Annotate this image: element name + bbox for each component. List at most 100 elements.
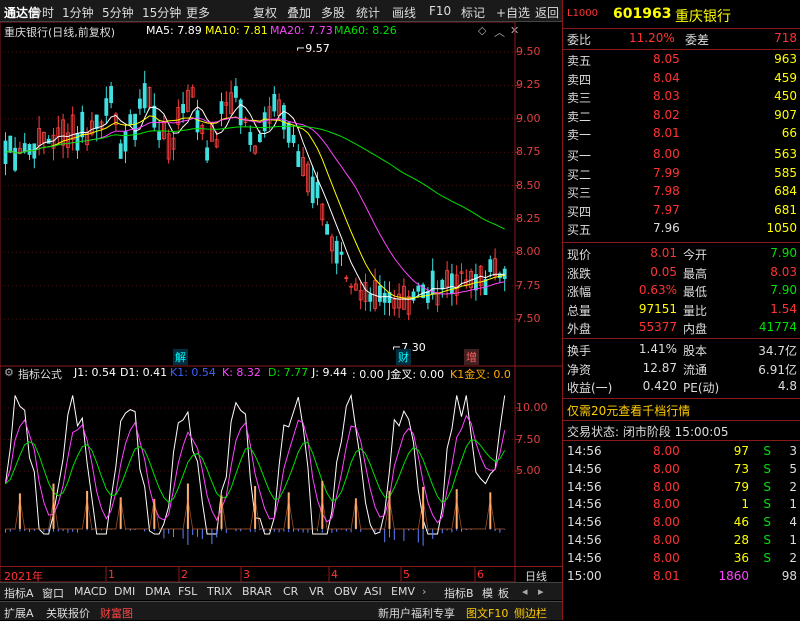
toolbar-f10[interactable]: F10: [429, 4, 451, 18]
tick-row[interactable]: 14:56 8.00 73 S 5: [563, 461, 800, 479]
sell-row[interactable]: 卖四 8.04 459: [563, 70, 800, 88]
tick-count: 3: [789, 444, 797, 458]
tick-row[interactable]: 14:56 8.00 28 S 1: [563, 532, 800, 550]
weibi-value: 11.20%: [629, 31, 675, 45]
sell-row[interactable]: 卖五 8.05 963: [563, 51, 800, 69]
d1-value: D1: 0.41: [120, 366, 168, 379]
level-label: 买三: [567, 186, 592, 200]
tick-count: 4: [789, 515, 797, 530]
tab-mo[interactable]: 模: [482, 585, 493, 601]
stat2-row[interactable]: 换手 1.41% 股本 34.7亿: [563, 341, 800, 359]
price-tick: 8.50: [516, 178, 541, 192]
status-f10[interactable]: 图文F10: [466, 605, 508, 621]
tick-row[interactable]: 15:00 8.01 1860 98: [563, 568, 800, 586]
toolbar-duogu[interactable]: 多股: [321, 4, 345, 21]
tab-window[interactable]: 窗口: [42, 585, 64, 601]
weicha-value: 718: [774, 31, 797, 45]
tab-fsl[interactable]: FSL: [178, 585, 197, 598]
toolbar-item-5min[interactable]: 5分钟: [102, 4, 134, 21]
tick-count: 1: [789, 533, 797, 547]
tick-row[interactable]: 14:56 8.00 79 S 2: [563, 479, 800, 497]
level-label: 卖五: [567, 54, 592, 68]
toolbar-back[interactable]: 返回: [535, 4, 559, 21]
sell-row[interactable]: 卖三 8.03 450: [563, 88, 800, 106]
tick-side: S: [763, 497, 771, 512]
tab-macd[interactable]: MACD: [74, 585, 107, 598]
tab-vr[interactable]: VR: [309, 585, 324, 598]
k-value: K: 8.32: [222, 366, 261, 379]
tick-row[interactable]: 14:56 8.00 36 S 2: [563, 550, 800, 568]
stat-label: 今开: [683, 248, 708, 262]
price-tick: 8.25: [516, 212, 541, 225]
tab-ban[interactable]: 板: [498, 585, 509, 601]
stat-row[interactable]: 涨跌 0.05 最高 8.03: [563, 264, 800, 282]
j1-value: J1: 0.54: [74, 366, 116, 379]
level-volume: 563: [774, 147, 797, 161]
status-extend[interactable]: 扩展A: [4, 605, 34, 621]
toolbar-huaxian[interactable]: 画线: [392, 4, 416, 21]
buy-row[interactable]: 买四 7.97 681: [563, 202, 800, 220]
tab-emv[interactable]: EMV: [391, 585, 415, 598]
tick-row[interactable]: 14:56 8.00 46 S 4: [563, 514, 800, 532]
tick-row[interactable]: 14:56 8.00 97 S 3: [563, 443, 800, 461]
status-new-user[interactable]: 新用户福利专享: [378, 605, 455, 621]
tab-dmi[interactable]: DMI: [114, 585, 135, 598]
toolbar-zixuan[interactable]: +自选: [496, 4, 530, 21]
event-marker-cai[interactable]: 财: [396, 349, 411, 365]
toolbar-item-15min[interactable]: 15分钟: [142, 4, 181, 21]
buy-row[interactable]: 买五 7.96 1050: [563, 220, 800, 238]
tab-scroll-right-icon[interactable]: ›: [422, 585, 426, 598]
stat-row[interactable]: 外盘 55377 内盘 41774: [563, 319, 800, 337]
stat-row[interactable]: 现价 8.01 今开 7.90: [563, 245, 800, 263]
tab-indicator-b[interactable]: 指标B: [444, 585, 474, 601]
stat-label: 换手: [567, 344, 592, 358]
event-marker-jie[interactable]: 解: [173, 349, 188, 365]
toolbar-tongji[interactable]: 统计: [356, 4, 380, 21]
status-related-quote[interactable]: 关联报价: [46, 605, 90, 621]
toolbar-item-more[interactable]: 更多: [186, 4, 210, 21]
indicator-name[interactable]: 指标公式: [18, 366, 62, 382]
tab-dma[interactable]: DMA: [145, 585, 171, 598]
tab-obv[interactable]: OBV: [334, 585, 357, 598]
tab-asi[interactable]: ASI: [364, 585, 382, 598]
stat-row[interactable]: 总量 97151 量比 1.54: [563, 301, 800, 319]
tick-price: 8.00: [653, 515, 680, 530]
stat2-row[interactable]: 收益(一) 0.420 PE(动) 4.8: [563, 378, 800, 396]
indicator-settings-icon[interactable]: ⚙: [4, 366, 14, 379]
tab-prev-icon[interactable]: ◂: [522, 585, 528, 598]
tab-indicator-a[interactable]: 指标A: [4, 585, 34, 601]
toolbar-diejia[interactable]: 叠加: [287, 4, 311, 21]
buy-row[interactable]: 买二 7.99 585: [563, 165, 800, 183]
sell-row[interactable]: 卖二 8.02 907: [563, 107, 800, 125]
stat-row[interactable]: 涨幅 0.63% 最低 7.90: [563, 282, 800, 300]
tab-brar[interactable]: BRAR: [242, 585, 272, 598]
status-sidebar[interactable]: 侧边栏: [514, 605, 547, 621]
promo-row[interactable]: 仅需20元查看千档行情: [563, 401, 800, 419]
promo-text[interactable]: 仅需20元查看千档行情: [567, 402, 690, 419]
sell-row[interactable]: 卖一 8.01 66: [563, 125, 800, 143]
event-marker-zeng[interactable]: 增: [464, 349, 479, 365]
buy-row[interactable]: 买三 7.98 684: [563, 183, 800, 201]
stat2-row[interactable]: 净资 12.87 流通 6.91亿: [563, 360, 800, 378]
kline-chart[interactable]: [0, 22, 562, 582]
level-badge: L1000: [567, 8, 599, 19]
tab-next-icon[interactable]: ▸: [538, 585, 544, 598]
price-tick: 9.50: [516, 45, 541, 58]
stat-label: 量比: [683, 303, 708, 318]
level-volume: 681: [774, 202, 797, 217]
toolbar-biaoji[interactable]: 标记: [461, 4, 485, 21]
stat-label: 总量: [567, 303, 592, 318]
stat-value: 8.03: [770, 264, 797, 279]
tick-volume: 28: [733, 533, 749, 547]
level-price: 7.97: [653, 202, 680, 217]
toolbar-fuquan[interactable]: 复权: [253, 4, 277, 21]
buy-row[interactable]: 买一 8.00 563: [563, 146, 800, 164]
level-price: 8.04: [653, 70, 680, 85]
toolbar-item-1min[interactable]: 1分钟: [62, 4, 94, 21]
tab-cr[interactable]: CR: [283, 585, 298, 598]
tick-row[interactable]: 14:56 8.00 1 S 1: [563, 496, 800, 514]
status-wealth-chart[interactable]: 财富图: [100, 605, 133, 621]
tab-trix[interactable]: TRIX: [207, 585, 232, 598]
stock-code: 601963: [613, 6, 672, 22]
toolbar-item-fenshi[interactable]: 分时: [30, 4, 54, 21]
